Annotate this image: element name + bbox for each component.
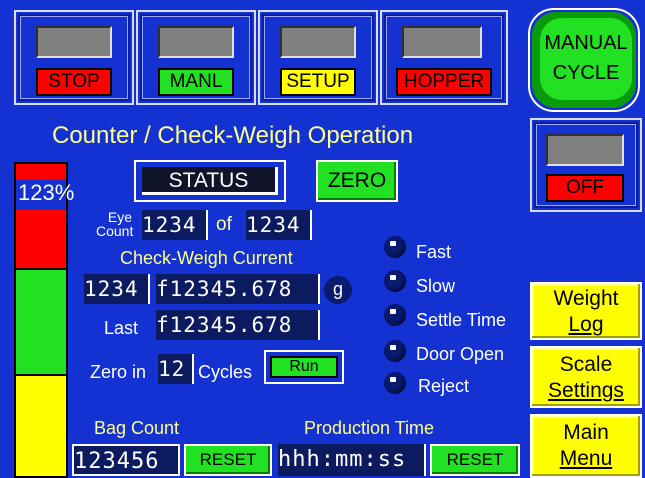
page-title: Counter / Check-Weigh Operation bbox=[52, 122, 414, 149]
run-button[interactable]: Run bbox=[264, 350, 344, 384]
settle-time-indicator-label: Settle Time bbox=[416, 310, 507, 330]
last-weight-value: f12345.678 bbox=[156, 310, 320, 340]
bag-count-label: Bag Count bbox=[94, 418, 180, 438]
production-time-value: hhh:mm:ss bbox=[278, 444, 426, 476]
door-open-indicator-label: Door Open bbox=[416, 344, 505, 364]
off-indicator[interactable]: OFF bbox=[530, 118, 642, 212]
last-label: Last bbox=[104, 318, 139, 338]
hmi-screen: STOP MANL SETUP HOPPER MANUAL CYCLE Coun… bbox=[0, 0, 645, 478]
checkweigh-current-value: f12345.678 bbox=[156, 274, 320, 304]
slow-indicator-label: Slow bbox=[416, 276, 456, 296]
stop-mode-button[interactable]: STOP bbox=[14, 10, 134, 105]
hopper-label: HOPPER bbox=[396, 68, 492, 96]
fast-indicator-label: Fast bbox=[416, 242, 452, 262]
manl-mode-button[interactable]: MANL bbox=[136, 10, 256, 105]
level-divider bbox=[16, 374, 66, 376]
main-menu-line2: Menu bbox=[559, 447, 613, 470]
checkweigh-current-label: Check-Weigh Current bbox=[120, 248, 293, 268]
manual-cycle-button[interactable]: MANUAL CYCLE bbox=[532, 12, 636, 108]
zero-cycles-value: 12 bbox=[158, 354, 194, 384]
scale-settings-button[interactable]: Scale Settings bbox=[530, 346, 642, 408]
eye-count-label: Eye Count bbox=[96, 209, 134, 239]
status-button[interactable]: STATUS bbox=[134, 160, 286, 202]
manl-label: MANL bbox=[158, 68, 234, 96]
bag-count-value: 123456 bbox=[72, 444, 180, 476]
level-percent: 123% bbox=[18, 180, 75, 205]
off-label: OFF bbox=[546, 174, 624, 202]
slow-indicator-icon bbox=[384, 270, 406, 292]
setup-mode-button[interactable]: SETUP bbox=[258, 10, 378, 105]
stop-label: STOP bbox=[36, 68, 112, 96]
gram-unit-badge: g bbox=[324, 276, 352, 304]
main-menu-line1: Main bbox=[563, 421, 609, 444]
hopper-mode-button[interactable]: HOPPER bbox=[380, 10, 508, 105]
eye-label-line2: Count bbox=[96, 223, 134, 239]
eye-count-value: 1234 bbox=[142, 210, 208, 240]
reject-indicator-icon bbox=[384, 372, 406, 394]
eye-count-total: 1234 bbox=[246, 210, 312, 240]
manual-cycle-line2: CYCLE bbox=[552, 62, 620, 84]
production-time-reset-button[interactable]: RESET bbox=[430, 444, 520, 476]
run-button-label: Run bbox=[270, 356, 338, 378]
reject-indicator-label: Reject bbox=[418, 376, 470, 396]
weight-log-button[interactable]: Weight Log bbox=[530, 282, 642, 340]
weight-log-line1: Weight bbox=[553, 287, 619, 310]
setup-label: SETUP bbox=[280, 68, 356, 96]
production-time-label: Production Time bbox=[304, 418, 435, 438]
weight-log-line2: Log bbox=[568, 313, 604, 336]
setup-lamp bbox=[280, 26, 356, 58]
stop-lamp bbox=[36, 26, 112, 58]
scale-settings-line1: Scale bbox=[559, 353, 613, 376]
status-label: STATUS bbox=[142, 167, 278, 195]
door-open-indicator-icon bbox=[384, 340, 406, 362]
level-bar-green-zone bbox=[16, 270, 66, 374]
bag-count-reset-button[interactable]: RESET bbox=[184, 444, 272, 476]
eye-label-line1: Eye bbox=[107, 209, 132, 225]
cycles-label: Cycles bbox=[198, 362, 253, 382]
checkweigh-count: 1234 bbox=[84, 274, 150, 304]
fast-indicator-icon bbox=[384, 236, 406, 258]
manual-cycle-line1: MANUAL bbox=[544, 32, 628, 54]
off-lamp bbox=[546, 134, 624, 166]
scale-settings-line2: Settings bbox=[548, 379, 624, 402]
of-label: of bbox=[216, 214, 232, 235]
main-menu-button[interactable]: Main Menu bbox=[530, 414, 642, 478]
manl-lamp bbox=[158, 26, 234, 58]
settle-time-indicator-icon bbox=[384, 304, 406, 326]
zero-in-label: Zero in bbox=[90, 362, 147, 382]
hopper-lamp bbox=[402, 26, 482, 58]
zero-button[interactable]: ZERO bbox=[316, 160, 398, 202]
